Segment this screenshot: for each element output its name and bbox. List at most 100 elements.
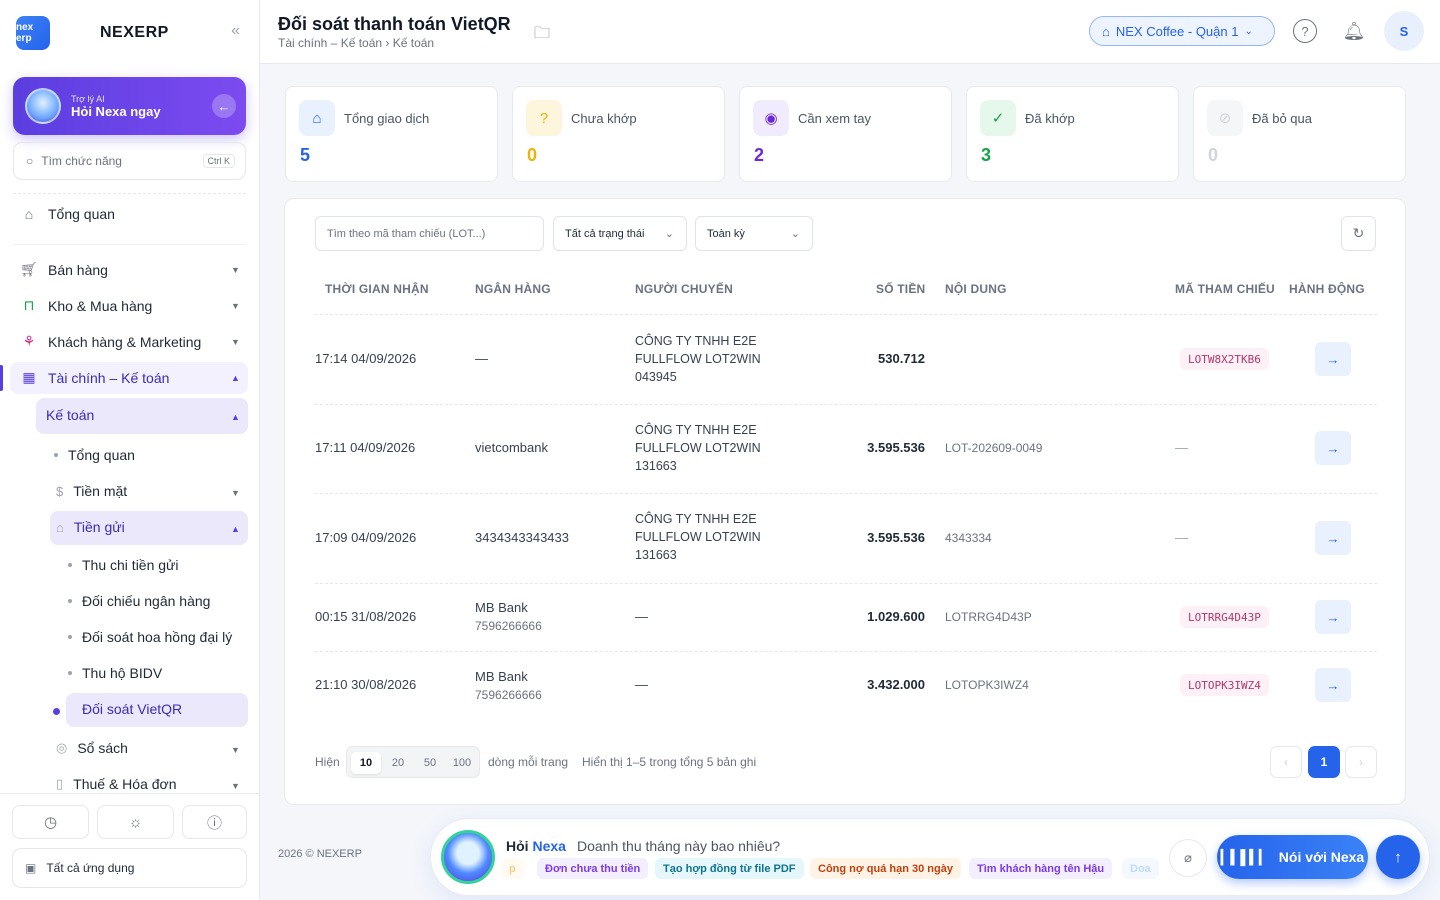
page-size-option[interactable]: 50 xyxy=(415,752,445,774)
sidebar-item-label: Đối soát VietQR xyxy=(82,701,183,717)
help-icon[interactable]: ? xyxy=(1293,19,1317,43)
folder-icon[interactable]: 🗀 xyxy=(534,22,550,49)
dollar-icon: $ xyxy=(56,483,64,499)
open-row-button[interactable]: → xyxy=(1315,521,1351,555)
stat-card-skipped: ⊘ Đã bỏ qua 0 xyxy=(1193,86,1406,182)
sidebar-item-cash[interactable]: $ Tiền mặt xyxy=(56,483,127,499)
sidebar-item-overview[interactable]: ⌂ Tổng quan xyxy=(20,206,115,222)
suggestion-chip[interactable]: Tạo hợp đồng từ file PDF xyxy=(655,858,804,879)
sidebar-item-tax-invoices[interactable]: ▯ Thuế & Hóa đơn xyxy=(56,776,177,792)
column-header-content[interactable]: NỘI DUNG xyxy=(945,282,1007,296)
copyright: 2026 © NEXERP xyxy=(278,848,362,860)
column-header-bank[interactable]: NGÂN HÀNG xyxy=(475,282,551,296)
suggestion-chip[interactable]: Doa xyxy=(1122,858,1159,879)
next-page-button[interactable]: › xyxy=(1345,746,1377,778)
nexa-title: Hỏi Nexa xyxy=(506,838,566,854)
sender-line: 131663 xyxy=(635,548,677,562)
refresh-icon: ↻ xyxy=(1352,225,1365,241)
attach-button[interactable]: ⌀ xyxy=(1169,839,1207,877)
sidebar-item-inventory[interactable]: ⊓ Kho & Mua hàng ▼ xyxy=(20,297,240,314)
suggestion-chip[interactable]: p xyxy=(501,858,524,879)
store-selector[interactable]: ⌂ NEX Coffee - Quận 1 ⌄ xyxy=(1089,16,1275,46)
stat-label: Đã khớp xyxy=(1025,111,1075,126)
status-filter-select[interactable]: Tất cả trạng thái ⌄ xyxy=(553,216,687,251)
active-dot-icon xyxy=(53,708,60,715)
page-size-option[interactable]: 20 xyxy=(383,752,413,774)
sidebar-item-bidv-collection[interactable]: Thu hộ BIDV xyxy=(68,665,162,681)
nexerp-logo[interactable]: nex erp xyxy=(16,16,50,50)
feature-search-input[interactable]: ○ Tìm chức năng Ctrl K xyxy=(13,142,246,180)
theme-button[interactable]: ☼ xyxy=(97,805,174,839)
open-row-button[interactable]: → xyxy=(1315,668,1351,702)
sidebar-item-accounting[interactable]: Kế toán xyxy=(46,407,94,423)
open-row-button[interactable]: → xyxy=(1315,342,1351,376)
chevron-up-icon: ▲ xyxy=(231,524,240,534)
breadcrumb[interactable]: Tài chính – Kế toán › Kế toán xyxy=(278,36,434,50)
nexa-prompt-input[interactable]: Doanh thu tháng này bao nhiêu? xyxy=(577,838,780,854)
arrow-up-icon: ↑ xyxy=(1394,848,1402,866)
receipt-icon: ▯ xyxy=(56,776,64,791)
bell-icon[interactable]: 🔔︎ xyxy=(1342,19,1366,43)
cell-content: 4343334 xyxy=(945,531,992,545)
period-filter-select[interactable]: Toàn kỳ ⌄ xyxy=(695,216,813,251)
sidebar-item-label: Tiền mặt xyxy=(73,483,128,499)
suggestion-chip[interactable]: Đơn chưa thu tiền xyxy=(537,858,649,879)
sidebar-item-label: Tổng quan xyxy=(48,206,115,222)
stat-value: 0 xyxy=(527,145,538,165)
alert-button[interactable]: ⓘ xyxy=(182,805,247,839)
cell-time: 21:10 30/08/2026 xyxy=(315,677,417,692)
sidebar-item-ledgers[interactable]: ◎ Sổ sách xyxy=(56,740,128,756)
page-size-option[interactable]: 10 xyxy=(351,752,381,774)
open-row-button[interactable]: → xyxy=(1315,431,1351,465)
current-page-button[interactable]: 1 xyxy=(1308,746,1340,778)
row-divider xyxy=(315,493,1377,494)
nexa-robot-icon[interactable] xyxy=(441,830,495,884)
arrow-left-icon[interactable]: ← xyxy=(212,94,236,118)
ai-card-title: Hỏi Nexa ngay xyxy=(71,103,161,119)
sidebar-item-label: Thuế & Hóa đơn xyxy=(73,776,177,792)
ask-nexa-card[interactable]: Trợ lý AI Hỏi Nexa ngay ← xyxy=(13,77,246,135)
sidebar-item-bank-reconciliation[interactable]: Đối chiếu ngân hàng xyxy=(68,593,210,609)
column-header-reference[interactable]: MÃ THAM CHIẾU xyxy=(1175,282,1275,296)
bullet-icon xyxy=(54,453,58,457)
sidebar-item-finance[interactable]: ▦ Tài chính – Kế toán ▲ xyxy=(20,369,240,386)
prev-page-button[interactable]: ‹ xyxy=(1270,746,1302,778)
suggestion-chip[interactable]: Tìm khách hàng tên Hậu xyxy=(969,858,1113,879)
reference-search-input[interactable]: Tìm theo mã tham chiếu (LOT...) xyxy=(315,216,544,251)
sidebar-item-agent-commission[interactable]: Đối soát hoa hồng đại lý xyxy=(68,629,232,645)
sidebar-item-sales[interactable]: 🛒︎ Bán hàng ▼ xyxy=(20,261,240,278)
cell-amount: 3.595.536 xyxy=(867,530,925,545)
sidebar-item-vietqr[interactable]: Đối soát VietQR xyxy=(82,701,182,717)
refresh-button[interactable]: ↻ xyxy=(1341,216,1376,251)
chevron-down-icon: ▼ xyxy=(231,336,240,347)
sender-line: 131663 xyxy=(635,459,677,473)
sidebar-item-deposits[interactable]: ⌂ Tiền gửi xyxy=(56,519,125,535)
column-header-sender[interactable]: NGƯỜI CHUYỂN xyxy=(635,282,733,296)
store-name: NEX Coffee - Quận 1 xyxy=(1115,23,1239,39)
page-size-option[interactable]: 100 xyxy=(447,752,477,774)
grid-icon: ▣ xyxy=(25,861,37,875)
open-row-button[interactable]: → xyxy=(1315,600,1351,634)
eye-icon: ◉ xyxy=(753,100,789,136)
column-header-amount[interactable]: SỐ TIỀN xyxy=(876,282,925,296)
talk-to-nexa-button[interactable]: ▎▍▌▍▎ Nói với Nexa xyxy=(1217,835,1368,879)
cell-time: 17:09 04/09/2026 xyxy=(315,530,417,545)
nexa-title-prefix: Hỏi xyxy=(506,838,529,854)
user-avatar[interactable]: S xyxy=(1384,11,1424,51)
send-button[interactable]: ↑ xyxy=(1376,835,1420,879)
page-title: Đối soát thanh toán VietQR xyxy=(278,14,511,34)
all-apps-button[interactable]: ▣ Tất cả ứng dụng xyxy=(12,848,247,888)
sidebar-item-customers[interactable]: ⚘ Khách hàng & Marketing ▼ xyxy=(20,333,240,350)
bullet-icon xyxy=(68,599,72,603)
history-button[interactable]: ◷ xyxy=(12,805,89,839)
suggestion-chip[interactable]: Công nợ quá hạn 30 ngày xyxy=(810,858,961,879)
stat-value: 5 xyxy=(300,145,311,165)
column-header-time[interactable]: THỜI GIAN NHẬN xyxy=(325,282,429,296)
status-filter-value: Tất cả trạng thái xyxy=(565,227,645,240)
soundwave-icon: ▎▍▌▍▎ xyxy=(1220,848,1270,865)
paperclip-icon: ⌀ xyxy=(1184,850,1192,865)
sidebar-item-deposit-transactions[interactable]: Thu chi tiền gửi xyxy=(68,557,179,573)
divider xyxy=(13,244,246,245)
collapse-sidebar-icon[interactable]: « xyxy=(231,22,240,40)
sidebar-item-accounting-overview[interactable]: Tổng quan xyxy=(54,447,135,463)
